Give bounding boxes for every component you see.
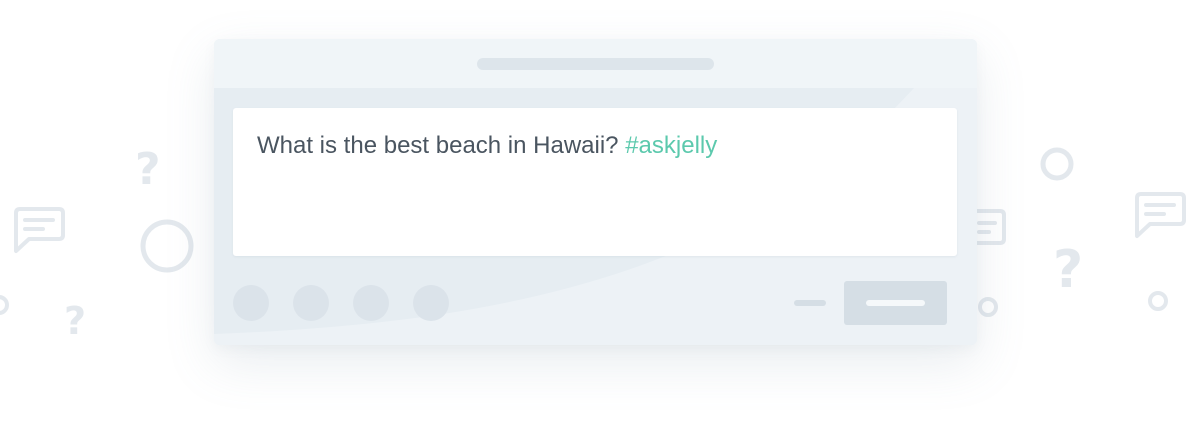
question-body: What is the best beach in Hawaii?: [257, 132, 626, 159]
question-mark-icon: ?: [1053, 240, 1084, 300]
chat-bubble-icon: [14, 207, 65, 253]
question-mark-icon: ?: [64, 299, 87, 343]
toolbar-button-1[interactable]: [233, 285, 269, 321]
circle-icon: [978, 297, 998, 317]
circle-icon: [140, 219, 194, 273]
title-placeholder: [477, 58, 714, 70]
question-text[interactable]: What is the best beach in Hawaii? #askje…: [257, 132, 717, 160]
send-button-label-placeholder: [866, 300, 925, 306]
title-bar: [214, 39, 977, 88]
app-window: What is the best beach in Hawaii? #askje…: [214, 39, 977, 345]
circle-icon: [1040, 147, 1074, 181]
circle-icon: [1148, 291, 1168, 311]
toolbar-button-2[interactable]: [293, 285, 329, 321]
toolbar-button-3[interactable]: [353, 285, 389, 321]
cancel-link[interactable]: [794, 300, 826, 306]
question-mark-icon: ?: [135, 144, 161, 195]
send-button[interactable]: [844, 281, 947, 325]
question-composer[interactable]: What is the best beach in Hawaii? #askje…: [233, 108, 957, 256]
hashtag: #askjelly: [625, 132, 718, 159]
chat-bubble-icon: [1135, 192, 1186, 238]
toolbar-button-4[interactable]: [413, 285, 449, 321]
circle-icon: [0, 295, 9, 315]
